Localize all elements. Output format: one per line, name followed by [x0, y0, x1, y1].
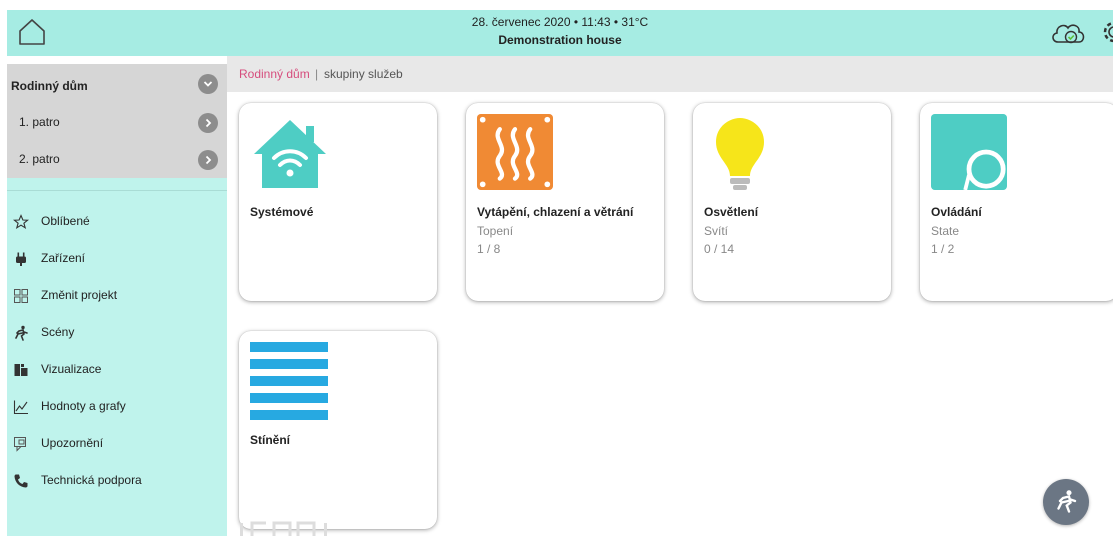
- sidebar-item-label: Oblíbené: [41, 214, 90, 228]
- runner-icon: [1057, 490, 1077, 513]
- sidebar: Rodinný dům 1. patro 2. patro Oblíbené Z…: [7, 64, 227, 536]
- service-group-card-control[interactable]: Ovládání State 1 / 2: [920, 103, 1113, 301]
- window-edge: [0, 0, 7, 536]
- settings-button[interactable]: [1097, 16, 1113, 48]
- card-status: Svítí: [704, 224, 729, 238]
- sidebar-item-label: Upozornění: [41, 436, 104, 450]
- sidebar-item-label: Zařízení: [41, 251, 86, 265]
- chevron-down-icon[interactable]: [198, 74, 218, 94]
- floor-item-2[interactable]: 2. patro: [7, 141, 227, 178]
- floor-item-label: 2. patro: [19, 152, 60, 166]
- sidebar-item-tech-support[interactable]: Technická podpora: [7, 462, 227, 499]
- card-status: Topení: [477, 224, 514, 238]
- card-title: Osvětlení: [704, 205, 759, 219]
- sidebar-item-visualization[interactable]: Vizualizace: [7, 351, 227, 388]
- breadcrumb-root-link[interactable]: Rodinný dům: [239, 56, 310, 92]
- control-icon: [931, 114, 1007, 190]
- service-group-card-shading[interactable]: Stínění: [239, 331, 437, 529]
- card-title: Systémové: [250, 205, 314, 219]
- sidebar-item-label: Hodnoty a grafy: [41, 399, 126, 413]
- sidebar-item-label: Scény: [41, 325, 75, 339]
- header-info: 28. červenec 2020 • 11:43 • 31°C Demonst…: [7, 15, 1113, 47]
- phone-icon: [14, 474, 28, 488]
- project-icon: [14, 289, 28, 303]
- header-house-name: Demonstration house: [498, 33, 622, 47]
- cloud-status-button[interactable]: [1049, 16, 1087, 48]
- sidebar-item-favorites[interactable]: Oblíbené: [7, 203, 227, 240]
- card-title: Vytápění, chlazení a větrání: [477, 205, 634, 219]
- sidebar-item-label: Vizualizace: [41, 362, 102, 376]
- plug-icon: [16, 252, 26, 266]
- star-icon: [13, 214, 29, 230]
- card-count: 1 / 2: [931, 242, 955, 256]
- sidebar-item-label: Technická podpora: [41, 473, 142, 487]
- breadcrumb: Rodinný dům | skupiny služeb: [227, 56, 1113, 92]
- card-title: Stínění: [250, 433, 291, 447]
- chevron-right-icon[interactable]: [198, 149, 218, 170]
- sidebar-divider: [7, 190, 227, 191]
- card-status: State: [931, 224, 960, 238]
- floor-item-1[interactable]: 1. patro: [7, 104, 227, 141]
- sidebar-menu: Oblíbené Zařízení Změnit projekt Scény V…: [7, 203, 227, 499]
- floor-item-label: 1. patro: [19, 115, 60, 129]
- blinds-icon: [250, 342, 328, 420]
- visualization-icon: [14, 364, 28, 376]
- gear-icon: [1103, 21, 1113, 43]
- service-group-card-hvac[interactable]: Vytápění, chlazení a větrání Topení 1 / …: [466, 103, 664, 301]
- location-root-label: Rodinný dům: [11, 79, 88, 93]
- sidebar-item-scenes[interactable]: Scény: [7, 314, 227, 351]
- sidebar-item-values-charts[interactable]: Hodnoty a grafy: [7, 388, 227, 425]
- top-bar: 28. červenec 2020 • 11:43 • 31°C Demonst…: [7, 10, 1113, 56]
- notification-icon: [14, 437, 26, 452]
- sidebar-item-notifications[interactable]: Upozornění: [7, 425, 227, 462]
- cloud-check-icon: [1052, 24, 1085, 44]
- scene-runner-icon: [15, 325, 28, 341]
- card-count: 1 / 8: [477, 242, 501, 256]
- service-group-card-lighting[interactable]: Osvětlení Svítí 0 / 14: [693, 103, 891, 301]
- sidebar-item-label: Změnit projekt: [41, 288, 118, 302]
- brand-logo-watermark: [240, 521, 327, 536]
- location-root[interactable]: Rodinný dům: [7, 64, 227, 104]
- scenes-fab-button[interactable]: [1043, 479, 1089, 525]
- heating-icon: [477, 114, 553, 190]
- chevron-right-icon[interactable]: [198, 112, 218, 133]
- card-count: 0 / 14: [704, 242, 735, 256]
- chart-icon: [13, 400, 28, 415]
- location-group: Rodinný dům 1. patro 2. patro: [7, 64, 227, 178]
- light-bulb-icon: [716, 118, 764, 190]
- sidebar-item-devices[interactable]: Zařízení: [7, 240, 227, 277]
- service-group-card-system[interactable]: Systémové: [239, 103, 437, 301]
- header-datetime: 28. červenec 2020 • 11:43 • 31°C: [471, 15, 649, 29]
- sidebar-item-change-project[interactable]: Změnit projekt: [7, 277, 227, 314]
- card-title: Ovládání: [931, 205, 982, 219]
- breadcrumb-separator: |: [315, 67, 319, 81]
- wifi-house-icon: [254, 120, 326, 188]
- breadcrumb-current: skupiny služeb: [324, 67, 403, 81]
